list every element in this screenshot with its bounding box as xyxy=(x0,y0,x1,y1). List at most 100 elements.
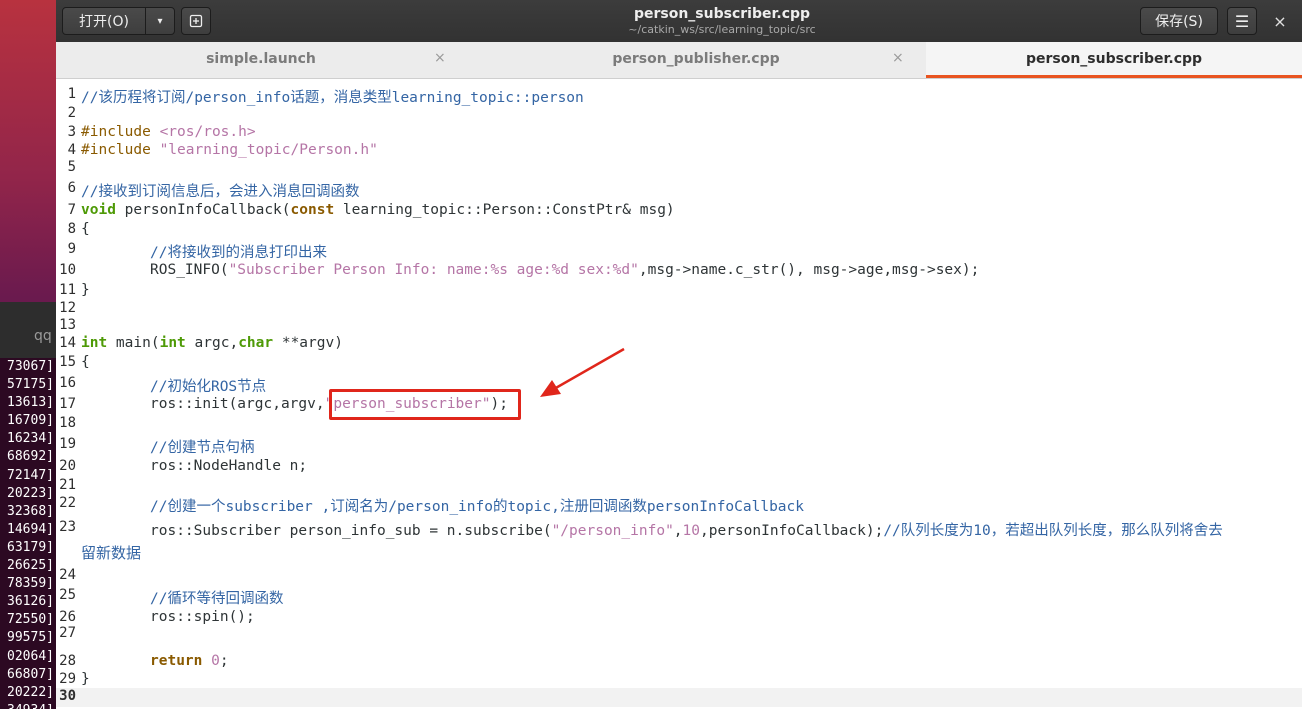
code-line[interactable]: 8{ xyxy=(56,221,1302,240)
close-icon[interactable]: × xyxy=(892,50,904,66)
code-line[interactable]: 2 xyxy=(56,105,1302,124)
code-text[interactable]: //接收到订阅信息后，会进入消息回调函数 xyxy=(81,180,359,201)
wrapped-line-continuation[interactable]: 留新数据 xyxy=(81,542,141,563)
tab-label: simple.launch xyxy=(206,51,316,67)
code-line[interactable]: 6 //接收到订阅信息后，会进入消息回调函数 xyxy=(56,180,1302,201)
code-line[interactable]: 24 xyxy=(56,567,1302,586)
tab-bar: simple.launch × person_publisher.cpp × p… xyxy=(56,42,1302,79)
terminal-line: 02064] xyxy=(7,648,54,664)
code-line[interactable]: 1 //该历程将订阅/person_info话题，消息类型learning_top… xyxy=(56,86,1302,107)
header-bar: 打开(O) ▾ person_subscriber.cpp ~/catkin_w… xyxy=(56,0,1302,43)
window-subtitle: ~/catkin_ws/src/learning_topic/src xyxy=(628,23,816,36)
code-line[interactable]: 21 xyxy=(56,477,1302,496)
line-number: 14 xyxy=(59,335,76,351)
terminal-line: 26625] xyxy=(7,558,54,574)
code-line[interactable]: 23 ros::Subscriber person_info_sub = n.su… xyxy=(56,519,1302,540)
line-number: 19 xyxy=(59,436,76,452)
code-text[interactable]: //循环等待回调函数 xyxy=(150,587,283,608)
terminal-line: 73067] xyxy=(7,359,54,374)
close-icon: × xyxy=(1273,11,1287,31)
code-text[interactable]: #include <ros/ros.h> xyxy=(81,124,256,140)
code-line[interactable]: 14 int main(int argc,char **argv) xyxy=(56,335,1302,354)
line-number: 22 xyxy=(59,495,76,511)
terminal-line: 16234] xyxy=(7,431,54,447)
terminal-line: 66807] xyxy=(7,666,54,682)
code-line[interactable]: 11} xyxy=(56,282,1302,301)
code-line[interactable]: 13 xyxy=(56,317,1302,336)
code-line[interactable]: 3 #include <ros/ros.h> xyxy=(56,124,1302,143)
terminal-tab-label[interactable]: qq xyxy=(34,328,52,344)
terminal-line: 32368] xyxy=(7,503,54,519)
tab-label: person_subscriber.cpp xyxy=(1025,51,1203,67)
open-button[interactable]: 打开(O) xyxy=(62,7,146,35)
code-line[interactable]: 22 //创建一个subscriber ,订阅名为/person_info的top… xyxy=(56,495,1302,516)
code-line[interactable]: 10 ROS_INFO("Subscriber Person Info: name… xyxy=(56,262,1302,281)
code-text[interactable]: //创建节点句柄 xyxy=(150,436,254,457)
line-number: 11 xyxy=(59,282,76,298)
code-text[interactable]: int main(int argc,char **argv) xyxy=(81,335,343,351)
line-number: 30 xyxy=(59,688,76,704)
code-line[interactable]: 20 ros::NodeHandle n; xyxy=(56,458,1302,477)
code-line[interactable]: 9 //将接收到的消息打印出来 xyxy=(56,241,1302,262)
code-line[interactable]: 5 xyxy=(56,159,1302,178)
code-line[interactable]: 18 xyxy=(56,415,1302,434)
tab-simple-launch[interactable]: simple.launch × xyxy=(56,42,466,78)
code-text[interactable]: { xyxy=(81,221,90,237)
window-close-button[interactable]: × xyxy=(1268,9,1292,33)
terminal-line: 63179] xyxy=(7,539,54,555)
terminal-line: 99575] xyxy=(7,630,54,646)
save-button[interactable]: 保存(S) xyxy=(1140,7,1218,35)
line-number: 10 xyxy=(59,262,76,278)
new-tab-button[interactable] xyxy=(181,7,211,35)
code-line[interactable]: 17 ros::init(argc,argv,"person_subscriber… xyxy=(56,396,1302,415)
open-recent-dropdown[interactable]: ▾ xyxy=(145,7,175,35)
line-number: 21 xyxy=(59,477,76,493)
code-line[interactable]: 16 //初始化ROS节点 xyxy=(56,375,1302,396)
line-number: 13 xyxy=(59,317,76,333)
line-number: 2 xyxy=(67,105,76,121)
code-text[interactable]: //该历程将订阅/person_info话题，消息类型learning_topi… xyxy=(81,86,584,107)
tab-person-publisher[interactable]: person_publisher.cpp × xyxy=(466,42,926,78)
code-text[interactable]: } xyxy=(81,671,90,687)
terminal-tab-bar[interactable]: qq xyxy=(0,302,56,358)
code-line[interactable]: 28 return 0; xyxy=(56,653,1302,672)
code-text[interactable]: { xyxy=(81,354,90,370)
new-document-icon xyxy=(189,14,203,28)
annotation-highlight-box xyxy=(329,389,521,420)
gedit-window: 打开(O) ▾ person_subscriber.cpp ~/catkin_w… xyxy=(56,0,1302,709)
code-line[interactable]: 7 void personInfoCallback(const learning_… xyxy=(56,202,1302,221)
code-text[interactable]: //创建一个subscriber ,订阅名为/person_info的topic… xyxy=(150,495,804,516)
line-number: 15 xyxy=(59,354,76,370)
terminal-line: 68692] xyxy=(7,449,54,465)
annotation-arrow-icon xyxy=(540,347,625,397)
code-text[interactable]: ROS_INFO("Subscriber Person Info: name:%… xyxy=(150,262,979,278)
code-text[interactable]: ros::Subscriber person_info_sub = n.subs… xyxy=(150,519,1223,540)
terminal-line: 57175] xyxy=(7,377,54,393)
tab-person-subscriber[interactable]: person_subscriber.cpp xyxy=(926,42,1302,78)
close-icon[interactable]: × xyxy=(434,50,446,66)
code-line[interactable]: 15 { xyxy=(56,354,1302,373)
code-line[interactable]: 30 xyxy=(56,688,1302,707)
line-number: 7 xyxy=(67,202,76,218)
line-number: 20 xyxy=(59,458,76,474)
line-number: 23 xyxy=(59,519,76,535)
terminal-output: 73067] 57175] 13613] 16709] 16234] 68692] 7214… xyxy=(0,358,56,720)
code-editor[interactable]: 1 //该历程将订阅/person_info话题，消息类型learning_top… xyxy=(56,79,1302,709)
code-text[interactable]: void personInfoCallback(const learning_t… xyxy=(81,202,675,218)
code-text[interactable]: //初始化ROS节点 xyxy=(150,375,266,396)
window-title: person_subscriber.cpp xyxy=(633,6,811,22)
line-number: 24 xyxy=(59,567,76,583)
line-number: 16 xyxy=(59,375,76,391)
hamburger-menu-button[interactable]: ☰ xyxy=(1227,7,1257,35)
code-text[interactable]: ros::spin(); xyxy=(150,609,255,625)
code-line[interactable]: 27 xyxy=(56,625,1302,644)
code-line[interactable]: 19 //创建节点句柄 xyxy=(56,436,1302,457)
code-text[interactable]: //将接收到的消息打印出来 xyxy=(150,241,327,262)
line-number: 29 xyxy=(59,671,76,687)
code-text[interactable]: } xyxy=(81,282,90,298)
line-number: 9 xyxy=(67,241,76,257)
code-text[interactable]: #include "learning_topic/Person.h" xyxy=(81,142,378,158)
code-text[interactable]: return 0; xyxy=(150,653,229,669)
code-line[interactable]: 25 //循环等待回调函数 xyxy=(56,587,1302,608)
code-text[interactable]: ros::NodeHandle n; xyxy=(150,458,307,474)
